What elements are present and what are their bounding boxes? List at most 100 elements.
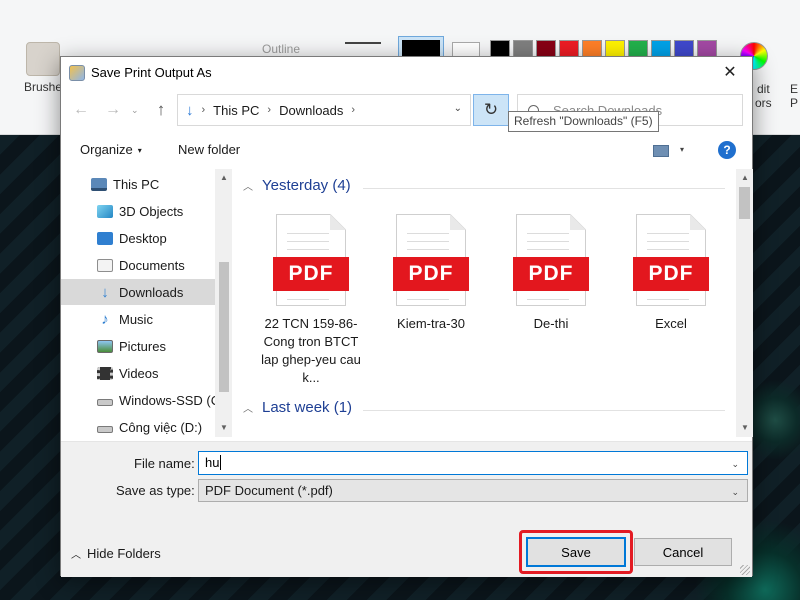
pdf-file-icon: PDF: [393, 214, 469, 306]
filename-input[interactable]: hu ⌄: [198, 451, 748, 475]
nav-item-label: Downloads: [119, 284, 184, 300]
computer-icon: [91, 177, 107, 191]
resize-grip[interactable]: [740, 565, 750, 575]
chevron-up-icon: ︿: [243, 182, 253, 193]
drive-icon: [97, 426, 113, 433]
chevron-down-icon[interactable]: ▾: [680, 145, 684, 154]
organize-button[interactable]: Organize ▾: [80, 142, 142, 157]
scroll-down-icon[interactable]: ▼: [741, 423, 749, 432]
nav-item-windows-ssd[interactable]: Windows-SSD (C: [61, 387, 220, 413]
new-folder-button[interactable]: New folder: [178, 142, 240, 157]
savetype-value: PDF Document (*.pdf): [205, 483, 333, 498]
nav-item-cong-viec[interactable]: Công việc (D:): [61, 414, 215, 437]
group-divider: [363, 410, 725, 411]
nav-item-label: 3D Objects: [119, 203, 184, 219]
pdf-badge: PDF: [273, 257, 349, 291]
drive-icon: [97, 399, 113, 406]
nav-item-documents[interactable]: Documents: [61, 252, 215, 278]
hide-folders-label: Hide Folders: [87, 546, 161, 561]
nav-item-videos[interactable]: Videos: [61, 360, 215, 386]
brushes-label: Brushe: [24, 80, 63, 94]
group-header-label: Last week (1): [262, 399, 353, 416]
close-icon: ✕: [723, 64, 737, 81]
file-item[interactable]: PDF De-thi: [501, 214, 601, 333]
chevron-down-icon: ⌄: [731, 487, 739, 497]
file-scroll-thumb[interactable]: [739, 187, 750, 219]
file-item[interactable]: PDF Kiem-tra-30: [381, 214, 481, 333]
organize-label: Organize: [80, 142, 133, 157]
pdf-badge: PDF: [513, 257, 589, 291]
nav-scroll-thumb[interactable]: [219, 262, 229, 392]
chevron-right-icon[interactable]: ›: [351, 104, 355, 116]
download-arrow-icon: ↓: [101, 283, 109, 301]
group-header-last-week[interactable]: ︿ Last week (1): [243, 399, 352, 416]
nav-item-downloads[interactable]: ↓ Downloads: [61, 279, 215, 305]
ribbon-edge-label: P: [790, 96, 799, 110]
nav-item-label: This PC: [113, 176, 160, 192]
nav-item-label: Windows-SSD (C: [119, 392, 221, 408]
nav-item-label: Desktop: [119, 230, 167, 246]
nav-item-label: Music: [119, 311, 153, 327]
cancel-button[interactable]: Cancel: [634, 538, 732, 566]
hide-folders-button[interactable]: ︿ Hide Folders: [71, 546, 161, 561]
breadcrumb-this-pc[interactable]: This PC: [213, 103, 259, 118]
recent-locations-icon[interactable]: ⌄: [131, 105, 139, 116]
file-list-pane: ︿ Yesterday (4) PDF 22 TCN 159-86-Cong t…: [235, 169, 735, 437]
colors-label: ors: [755, 96, 772, 110]
forward-button[interactable]: →: [101, 98, 125, 122]
save-dialog: Save Print Output As ✕ ← → ⌄ ↑ ↓ › This …: [60, 56, 753, 577]
file-item[interactable]: PDF Excel: [621, 214, 721, 333]
scroll-down-icon[interactable]: ▼: [220, 423, 228, 432]
back-button[interactable]: ←: [69, 98, 93, 122]
file-name: Kiem-tra-30: [397, 316, 465, 331]
savetype-select[interactable]: PDF Document (*.pdf) ⌄: [198, 479, 748, 502]
nav-item-label: Pictures: [119, 338, 166, 354]
nav-item-pictures[interactable]: Pictures: [61, 333, 215, 359]
up-arrow-icon: ↑: [156, 100, 166, 119]
refresh-icon: ↻: [483, 100, 499, 119]
savetype-label: Save as type:: [116, 483, 195, 498]
pdf-file-icon: PDF: [513, 214, 589, 306]
command-bar: Organize ▾ New folder ▾ ?: [61, 133, 752, 167]
nav-item-3d-objects[interactable]: 3D Objects: [61, 198, 215, 224]
chevron-down-icon[interactable]: ⌄: [454, 103, 462, 114]
ribbon-edge-label: E: [790, 82, 799, 96]
scroll-up-icon[interactable]: ▲: [220, 173, 228, 182]
refresh-button[interactable]: ↻: [473, 94, 509, 126]
brush-icon[interactable]: [26, 42, 60, 76]
file-item[interactable]: PDF 22 TCN 159-86-Cong tron BTCT lap ghe…: [261, 214, 361, 387]
edit-colors-label: dit: [757, 82, 770, 96]
pdf-badge: PDF: [393, 257, 469, 291]
nav-item-music[interactable]: ♪ Music: [61, 306, 215, 332]
film-icon: [97, 366, 113, 380]
scroll-up-icon[interactable]: ▲: [741, 173, 749, 182]
close-button[interactable]: ✕: [708, 57, 752, 87]
outline-label[interactable]: Outline: [262, 42, 300, 56]
view-options-icon[interactable]: [653, 145, 669, 157]
file-name: Excel: [655, 316, 687, 331]
refresh-tooltip: Refresh "Downloads" (F5): [508, 111, 659, 132]
chevron-down-icon: ▾: [137, 146, 142, 156]
file-name: 22 TCN 159-86-Cong tron BTCT lap ghep-ye…: [261, 316, 361, 385]
address-bar[interactable]: ↓ › This PC › Downloads › ⌄: [177, 94, 471, 126]
help-button[interactable]: ?: [718, 141, 736, 159]
picture-icon: [97, 339, 113, 353]
title-bar[interactable]: Save Print Output As ✕: [61, 57, 752, 89]
file-name: De-thi: [533, 316, 569, 331]
nav-item-desktop[interactable]: Desktop: [61, 225, 215, 251]
nav-item-this-pc[interactable]: This PC: [61, 171, 215, 197]
back-arrow-icon: ←: [73, 101, 89, 118]
breadcrumb-downloads[interactable]: Downloads: [279, 103, 343, 118]
group-header-yesterday[interactable]: ︿ Yesterday (4): [243, 177, 351, 194]
music-note-icon: ♪: [101, 310, 109, 328]
save-button[interactable]: Save: [526, 537, 626, 567]
forward-arrow-icon: →: [105, 101, 121, 118]
chevron-down-icon[interactable]: ⌄: [731, 459, 739, 470]
up-button[interactable]: ↑: [149, 98, 173, 122]
printer-icon: [69, 65, 85, 81]
chevron-up-icon: ︿: [71, 550, 81, 561]
pdf-file-icon: PDF: [273, 214, 349, 306]
chevron-right-icon[interactable]: ›: [267, 104, 271, 116]
save-form: File name: hu ⌄ Save as type: PDF Docume…: [61, 441, 752, 577]
pdf-file-icon: PDF: [633, 214, 709, 306]
